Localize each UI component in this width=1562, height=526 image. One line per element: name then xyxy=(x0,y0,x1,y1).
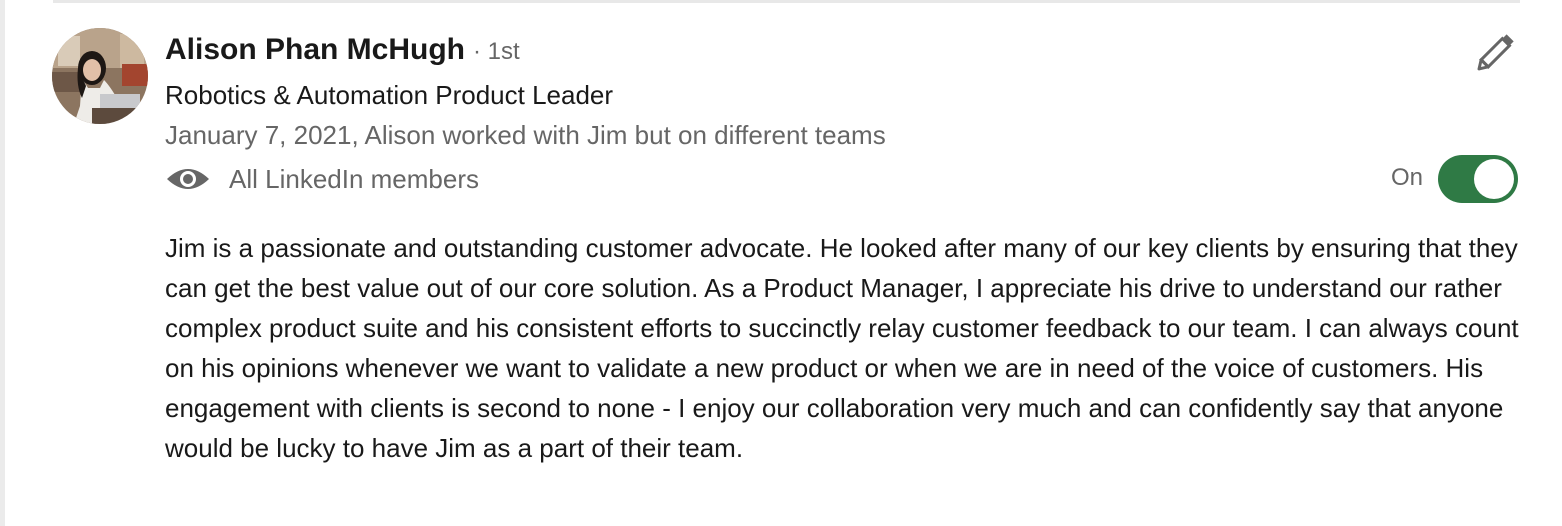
recommendation-meta: January 7, 2021, Alison worked with Jim … xyxy=(165,120,886,150)
left-border xyxy=(0,0,5,526)
author-name[interactable]: Alison Phan McHugh xyxy=(165,33,465,67)
edit-button[interactable] xyxy=(1470,28,1522,76)
avatar-photo xyxy=(52,28,148,124)
author-line: Alison Phan McHugh · 1st xyxy=(165,33,520,73)
visibility-toggle[interactable] xyxy=(1438,155,1518,203)
connection-degree: · 1st xyxy=(473,38,520,65)
recommendation-text: Jim is a passionate and outstanding cust… xyxy=(165,233,1519,463)
top-divider xyxy=(53,0,1520,3)
recommendation-card: Alison Phan McHugh · 1st Robotics & Auto… xyxy=(0,0,1562,526)
avatar[interactable] xyxy=(52,28,148,124)
toggle-knob xyxy=(1474,159,1514,199)
eye-icon xyxy=(165,163,211,195)
pencil-icon xyxy=(1477,34,1514,71)
author-headline: Robotics & Automation Product Leader xyxy=(165,80,614,110)
visibility-label: All LinkedIn members xyxy=(229,164,479,194)
toggle-state-label: On xyxy=(1391,164,1424,191)
